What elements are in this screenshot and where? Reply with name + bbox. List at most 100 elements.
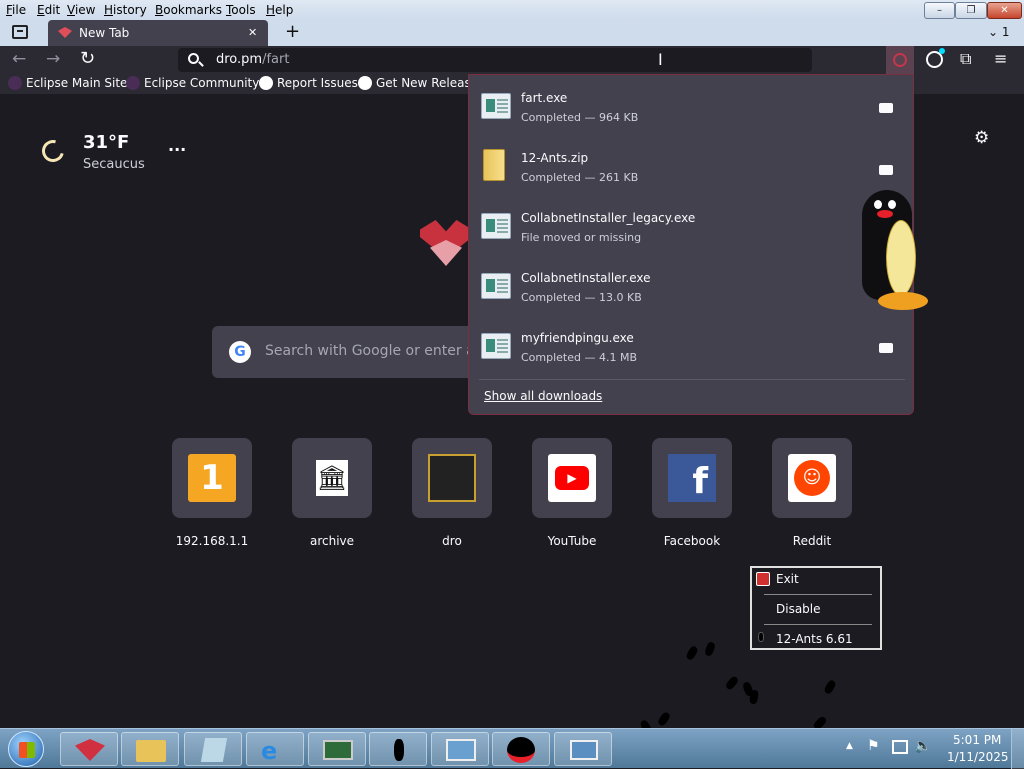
ant-icon xyxy=(394,739,404,761)
maximize-button[interactable]: ❐ xyxy=(955,2,987,19)
minimize-button[interactable]: – xyxy=(924,2,955,19)
tab-overview-button[interactable] xyxy=(12,25,28,39)
close-window-button[interactable]: ✕ xyxy=(987,2,1022,19)
account-badge xyxy=(939,48,945,54)
tab-bar: New Tab ✕ + ⌄ 1 xyxy=(0,20,1024,46)
menu-tools[interactable]: Tools xyxy=(226,3,256,17)
show-all-downloads-link[interactable]: Show all downloads xyxy=(484,389,602,403)
github-icon xyxy=(259,76,273,90)
top-site-archive[interactable]: 🏛 archive xyxy=(292,438,372,548)
start-button[interactable] xyxy=(8,731,44,767)
top-site-tile: ☺ xyxy=(772,438,852,518)
bookmark-report-issues[interactable]: Report Issues xyxy=(259,76,358,90)
monitor-icon xyxy=(323,740,353,760)
taskbar-internet-explorer[interactable]: e xyxy=(246,732,304,766)
reload-icon[interactable]: ↻ xyxy=(80,48,95,69)
forward-icon[interactable]: → xyxy=(46,49,60,69)
top-site-label: YouTube xyxy=(547,534,597,548)
download-name: CollabnetInstaller.exe xyxy=(521,271,651,285)
clock-time[interactable]: 5:01 PM xyxy=(953,733,1001,747)
top-site-tile: 🏛 xyxy=(292,438,372,518)
top-site-dro[interactable]: dro xyxy=(412,438,492,548)
top-site-reddit[interactable]: ☺ Reddit xyxy=(772,438,852,548)
hamburger-menu-icon[interactable]: ≡ xyxy=(994,49,1007,68)
folder-icon[interactable] xyxy=(879,165,893,175)
taskbar-firefox[interactable] xyxy=(60,732,118,766)
ant-icon xyxy=(758,632,764,642)
download-item[interactable]: 12-Ants.zip Completed — 261 KB xyxy=(469,135,913,195)
tab-new-tab[interactable]: New Tab ✕ xyxy=(48,20,268,46)
folder-icon[interactable] xyxy=(879,343,893,353)
back-icon[interactable]: ← xyxy=(12,49,26,69)
pingu-beak xyxy=(877,210,893,218)
download-item[interactable]: fart.exe Completed — 964 KB xyxy=(469,75,913,135)
pingu-feet xyxy=(878,292,928,310)
account-icon[interactable] xyxy=(926,48,945,68)
taskbar-explorer[interactable] xyxy=(121,732,179,766)
weather-more-button[interactable]: ··· xyxy=(168,140,186,159)
taskbar-app[interactable] xyxy=(184,732,242,766)
clock-date[interactable]: 1/11/2025 xyxy=(947,750,1009,764)
download-status: Completed — 4.1 MB xyxy=(521,351,638,364)
menu-file[interactable]: File xyxy=(6,3,26,17)
taskbar-ants[interactable] xyxy=(369,732,427,766)
moon-icon xyxy=(37,135,69,167)
flag-icon[interactable]: ⚑ xyxy=(867,738,880,754)
taskbar-image-app[interactable] xyxy=(554,732,612,766)
download-status: Completed — 261 KB xyxy=(521,171,639,184)
ant-sprite xyxy=(748,689,760,705)
url-host: dro.pm xyxy=(216,52,263,67)
taskbar-monitor-app[interactable] xyxy=(308,732,366,766)
menu-view[interactable]: View xyxy=(67,3,95,17)
top-site-tile xyxy=(412,438,492,518)
network-tray-icon[interactable] xyxy=(892,740,908,754)
download-progress-icon xyxy=(893,53,907,67)
google-search-box[interactable]: G Search with Google or enter ac xyxy=(212,326,502,378)
eclipse-icon xyxy=(8,76,22,90)
download-item[interactable]: CollabnetInstaller.exe Completed — 13.0 … xyxy=(469,255,913,315)
ant-sprite xyxy=(685,644,699,662)
top-site-facebook[interactable]: f Facebook xyxy=(652,438,732,548)
bookmark-get-new-releases[interactable]: Get New Releases xyxy=(358,76,484,90)
tab-list-button[interactable]: ⌄ 1 xyxy=(988,25,1010,39)
extensions-icon[interactable]: ⧉ xyxy=(960,49,971,69)
folder-icon xyxy=(136,740,166,762)
dro-shoe-icon xyxy=(428,454,476,502)
menu-edit[interactable]: Edit xyxy=(37,3,60,17)
bookmark-label: Report Issues xyxy=(277,76,358,90)
download-item[interactable]: myfriendpingu.exe Completed — 4.1 MB xyxy=(469,315,913,375)
taskbar-pingu[interactable] xyxy=(492,732,550,766)
bookmark-eclipse-main-site[interactable]: Eclipse Main Site xyxy=(8,76,127,90)
gear-icon[interactable]: ⚙ xyxy=(974,128,989,148)
ant-sprite xyxy=(656,710,672,728)
search-placeholder: Search with Google or enter ac xyxy=(265,343,483,359)
download-name: 12-Ants.zip xyxy=(521,151,589,165)
downloads-panel: fart.exe Completed — 964 KB 12-Ants.zip … xyxy=(468,74,914,415)
volume-icon[interactable]: 🔈 xyxy=(914,738,931,754)
menu-item-exit[interactable]: Exit xyxy=(776,572,799,586)
top-site-label: dro xyxy=(442,534,462,548)
tab-close-icon[interactable]: ✕ xyxy=(248,26,257,39)
firefox-tab-icon xyxy=(58,27,72,38)
show-desktop-button[interactable] xyxy=(1011,729,1024,769)
folder-icon[interactable] xyxy=(879,103,893,113)
top-site-router[interactable]: 1 192.168.1.1 xyxy=(172,438,252,548)
firefox-icon xyxy=(75,739,105,761)
taskbar-network-app[interactable] xyxy=(431,732,489,766)
search-icon-handle xyxy=(198,61,204,67)
bookmark-eclipse-community[interactable]: Eclipse Community xyxy=(126,76,259,90)
github-icon xyxy=(358,76,372,90)
menu-history[interactable]: History xyxy=(104,3,147,17)
eclipse-icon xyxy=(126,76,140,90)
menu-separator xyxy=(764,594,872,595)
downloads-button[interactable] xyxy=(886,46,914,74)
show-hidden-icons-button[interactable]: ▲ xyxy=(846,741,853,751)
top-site-youtube[interactable]: ▶ YouTube xyxy=(532,438,612,548)
menu-item-disable[interactable]: Disable xyxy=(776,602,821,616)
download-item[interactable]: CollabnetInstaller_legacy.exe File moved… xyxy=(469,195,913,255)
new-tab-button[interactable]: + xyxy=(285,21,300,42)
url-bar[interactable]: dro.pm/fart I xyxy=(178,48,812,72)
menu-bookmarks[interactable]: Bookmarks xyxy=(155,3,222,17)
menu-help[interactable]: Help xyxy=(266,3,293,17)
ant-sprite xyxy=(703,641,717,657)
